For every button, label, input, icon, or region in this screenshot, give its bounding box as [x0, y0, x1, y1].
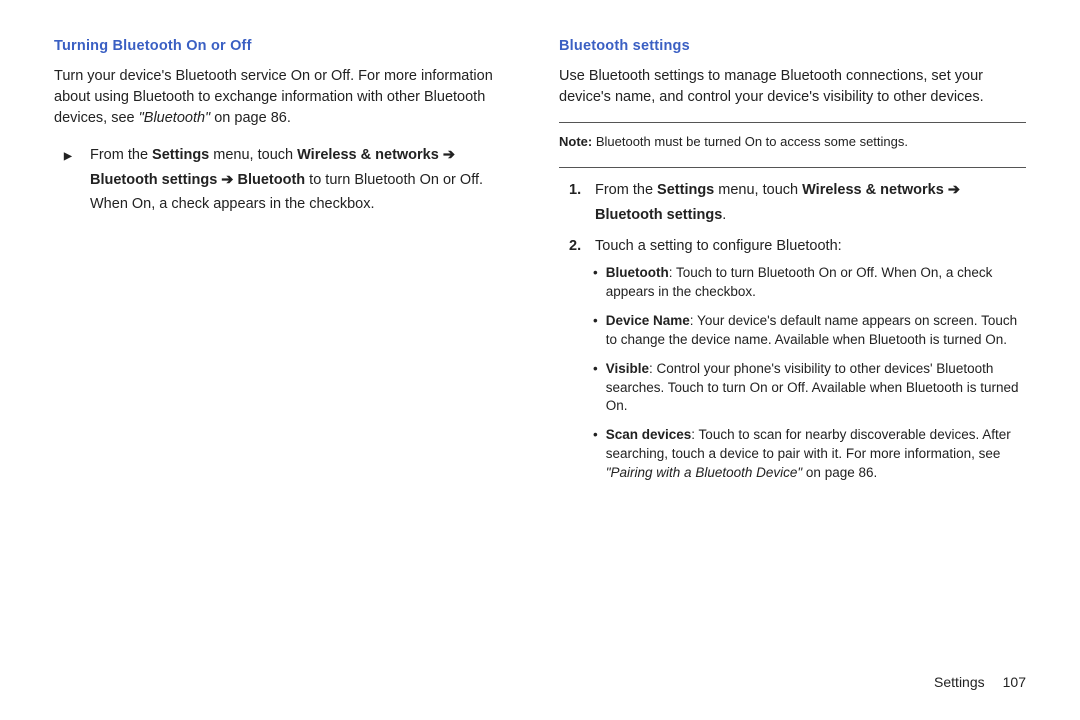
- page-footer: Settings 107: [934, 674, 1026, 690]
- menu-name: Settings: [152, 147, 209, 163]
- menu-item: Bluetooth settings: [90, 172, 217, 188]
- menu-item: Wireless & networks: [802, 182, 944, 198]
- option-name: Scan devices: [606, 427, 692, 442]
- arrow-icon: ➔: [944, 182, 960, 198]
- bullet-item-bluetooth: • Bluetooth: Touch to turn Bluetooth On …: [593, 264, 1026, 302]
- cross-reference: "Bluetooth": [139, 110, 211, 126]
- text: menu, touch: [209, 147, 297, 163]
- option-name: Device Name: [606, 313, 690, 328]
- arrow-icon: ➔: [439, 147, 455, 163]
- left-column: Turning Bluetooth On or Off Turn your de…: [54, 38, 521, 493]
- step-number: 1.: [569, 178, 583, 227]
- footer-page-number: 107: [1003, 674, 1026, 690]
- arrow-icon: ➔: [217, 172, 237, 188]
- heading-turning-bluetooth: Turning Bluetooth On or Off: [54, 38, 521, 54]
- option-name: Bluetooth: [606, 265, 669, 280]
- right-column: Bluetooth settings Use Bluetooth setting…: [559, 38, 1026, 493]
- bullet-list: • Bluetooth: Touch to turn Bluetooth On …: [559, 264, 1026, 483]
- right-intro-paragraph: Use Bluetooth settings to manage Bluetoo…: [559, 66, 1026, 108]
- step-2: 2. Touch a setting to configure Bluetoot…: [559, 234, 1026, 259]
- footer-section: Settings: [934, 674, 985, 690]
- heading-bluetooth-settings: Bluetooth settings: [559, 38, 1026, 54]
- text: From the: [90, 147, 152, 163]
- text: menu, touch: [714, 182, 802, 198]
- bullet-item-scan-devices: • Scan devices: Touch to scan for nearby…: [593, 426, 1026, 483]
- note-block: Note: Bluetooth must be turned On to acc…: [559, 133, 1026, 159]
- menu-name: Settings: [657, 182, 714, 198]
- step-text: From the Settings menu, touch Wireless &…: [595, 178, 1026, 227]
- bullet-icon: •: [593, 264, 598, 302]
- option-name: Visible: [606, 361, 649, 376]
- step-number: 2.: [569, 234, 583, 259]
- menu-item: Wireless & networks: [297, 147, 439, 163]
- triangle-bullet-icon: ▶: [64, 143, 78, 217]
- text: .: [722, 207, 726, 223]
- bullet-text: Visible: Control your phone's visibility…: [606, 360, 1026, 417]
- left-intro-paragraph: Turn your device's Bluetooth service On …: [54, 66, 521, 129]
- menu-item: Bluetooth settings: [595, 207, 722, 223]
- bullet-item-visible: • Visible: Control your phone's visibili…: [593, 360, 1026, 417]
- bullet-text: Device Name: Your device's default name …: [606, 312, 1026, 350]
- cross-reference: "Pairing with a Bluetooth Device": [606, 465, 802, 480]
- step-1: 1. From the Settings menu, touch Wireles…: [559, 178, 1026, 227]
- bullet-item-device-name: • Device Name: Your device's default nam…: [593, 312, 1026, 350]
- bullet-icon: •: [593, 426, 598, 483]
- page-body: Turning Bluetooth On or Off Turn your de…: [0, 0, 1080, 493]
- text: on page 86.: [210, 110, 291, 126]
- menu-item: Bluetooth: [238, 172, 306, 188]
- text: : Control your phone's visibility to oth…: [606, 361, 1019, 414]
- note-label: Note:: [559, 134, 592, 149]
- bullet-icon: •: [593, 312, 598, 350]
- instruction-step: ▶ From the Settings menu, touch Wireless…: [54, 143, 521, 217]
- note-text: Bluetooth must be turned On to access so…: [592, 134, 908, 149]
- step-text: From the Settings menu, touch Wireless &…: [90, 143, 521, 217]
- bullet-text: Bluetooth: Touch to turn Bluetooth On or…: [606, 264, 1026, 302]
- step-text: Touch a setting to configure Bluetooth:: [595, 234, 842, 259]
- text: on page 86.: [802, 465, 877, 480]
- bullet-text: Scan devices: Touch to scan for nearby d…: [606, 426, 1026, 483]
- divider: [559, 167, 1026, 168]
- divider: [559, 122, 1026, 123]
- text: From the: [595, 182, 657, 198]
- bullet-icon: •: [593, 360, 598, 417]
